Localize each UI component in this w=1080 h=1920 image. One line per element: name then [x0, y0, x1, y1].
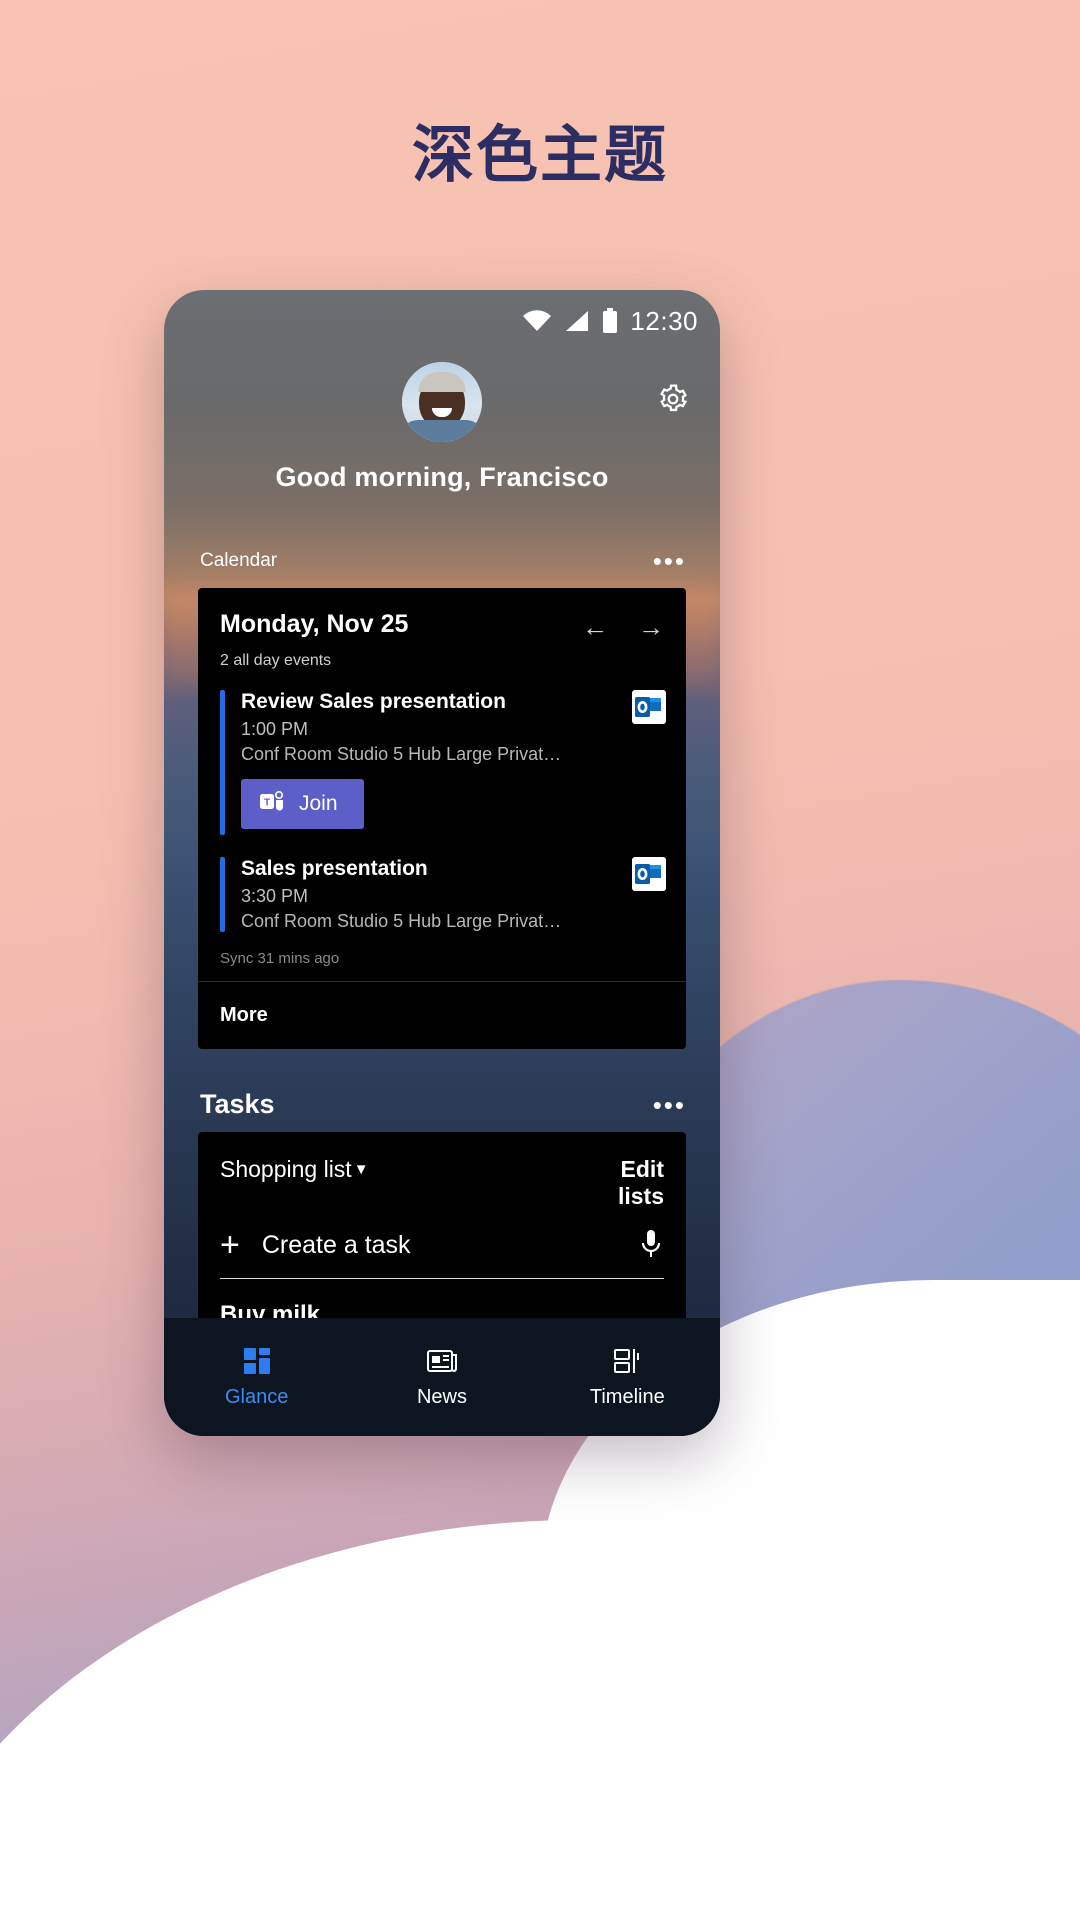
task-list-name: Shopping list — [220, 1156, 352, 1182]
sync-status: Sync 31 mins ago — [220, 950, 340, 967]
settings-button[interactable] — [652, 380, 694, 422]
event-accent-bar — [220, 690, 225, 835]
wifi-icon — [522, 310, 552, 332]
join-button-label: Join — [299, 792, 338, 815]
nav-item-timeline[interactable]: Timeline — [535, 1345, 720, 1409]
join-button[interactable]: T Join — [241, 779, 364, 829]
calendar-card: Monday, Nov 25 ← → 2 all day events Revi… — [198, 588, 686, 1049]
tasks-section-label: Tasks — [200, 1089, 275, 1119]
bottom-navigation: Glance News Timeline — [164, 1318, 720, 1436]
calendar-section-label: Calendar — [200, 550, 278, 571]
calendar-subtitle: 2 all day events — [220, 652, 332, 669]
status-bar: 12:30 — [164, 290, 720, 352]
create-task-input[interactable]: Create a task — [262, 1231, 616, 1260]
glance-grid-icon — [242, 1345, 272, 1377]
svg-text:T: T — [264, 798, 270, 809]
avatar[interactable] — [402, 362, 482, 442]
create-task-row[interactable]: + Create a task — [198, 1210, 686, 1262]
battery-icon — [602, 308, 618, 334]
nav-item-glance[interactable]: Glance — [164, 1345, 349, 1409]
gear-icon — [657, 383, 689, 420]
calendar-event-row[interactable]: Review Sales presentation 1:00 PM Conf R… — [198, 680, 686, 839]
event-location: Conf Room Studio 5 Hub Large Privat… — [241, 744, 562, 764]
task-list-selector[interactable]: Shopping list ▼ — [220, 1156, 369, 1183]
event-time: 3:30 PM — [241, 886, 309, 906]
arrow-left-icon[interactable]: ← — [582, 614, 608, 640]
calendar-more-options-icon[interactable]: ••• — [653, 548, 686, 574]
greeting-text: Good morning, Francisco — [275, 462, 609, 492]
microphone-icon[interactable] — [638, 1228, 664, 1262]
tasks-section-header: Tasks ••• — [164, 1089, 720, 1120]
tasks-more-options-icon[interactable]: ••• — [653, 1092, 686, 1118]
event-title: Review Sales presentation — [241, 690, 506, 713]
phone-mockup: 12:30 Good morning, Francisco Calendar •… — [164, 290, 720, 1436]
plus-icon: + — [220, 1226, 240, 1265]
calendar-event-row[interactable]: Sales presentation 3:30 PM Conf Room Stu… — [198, 839, 686, 936]
calendar-section-header: Calendar ••• — [164, 548, 720, 574]
event-title: Sales presentation — [241, 857, 428, 880]
cellular-signal-icon — [564, 310, 590, 332]
outlook-icon[interactable] — [632, 857, 666, 891]
event-location: Conf Room Studio 5 Hub Large Privat… — [241, 911, 562, 931]
timeline-icon — [612, 1345, 642, 1377]
event-accent-bar — [220, 857, 225, 932]
teams-icon: T — [259, 790, 285, 818]
nav-item-news[interactable]: News — [349, 1345, 534, 1409]
chevron-down-icon: ▼ — [353, 1161, 369, 1178]
nav-label-news: News — [416, 1386, 467, 1408]
header: Good morning, Francisco — [164, 352, 720, 542]
calendar-more-button[interactable]: More — [198, 982, 686, 1049]
outlook-icon[interactable] — [632, 690, 666, 724]
nav-label-timeline: Timeline — [589, 1386, 665, 1408]
tasks-card: Shopping list ▼ Edit lists + Create a ta… — [198, 1132, 686, 1330]
event-time: 1:00 PM — [241, 719, 309, 739]
calendar-date: Monday, Nov 25 — [220, 610, 409, 638]
edit-lists-button[interactable]: Edit lists — [572, 1156, 664, 1210]
nav-label-glance: Glance — [224, 1386, 289, 1408]
status-bar-clock: 12:30 — [630, 305, 698, 336]
arrow-right-icon[interactable]: → — [638, 614, 664, 640]
news-icon — [426, 1345, 458, 1377]
page-title: 深色主题 — [411, 118, 668, 191]
